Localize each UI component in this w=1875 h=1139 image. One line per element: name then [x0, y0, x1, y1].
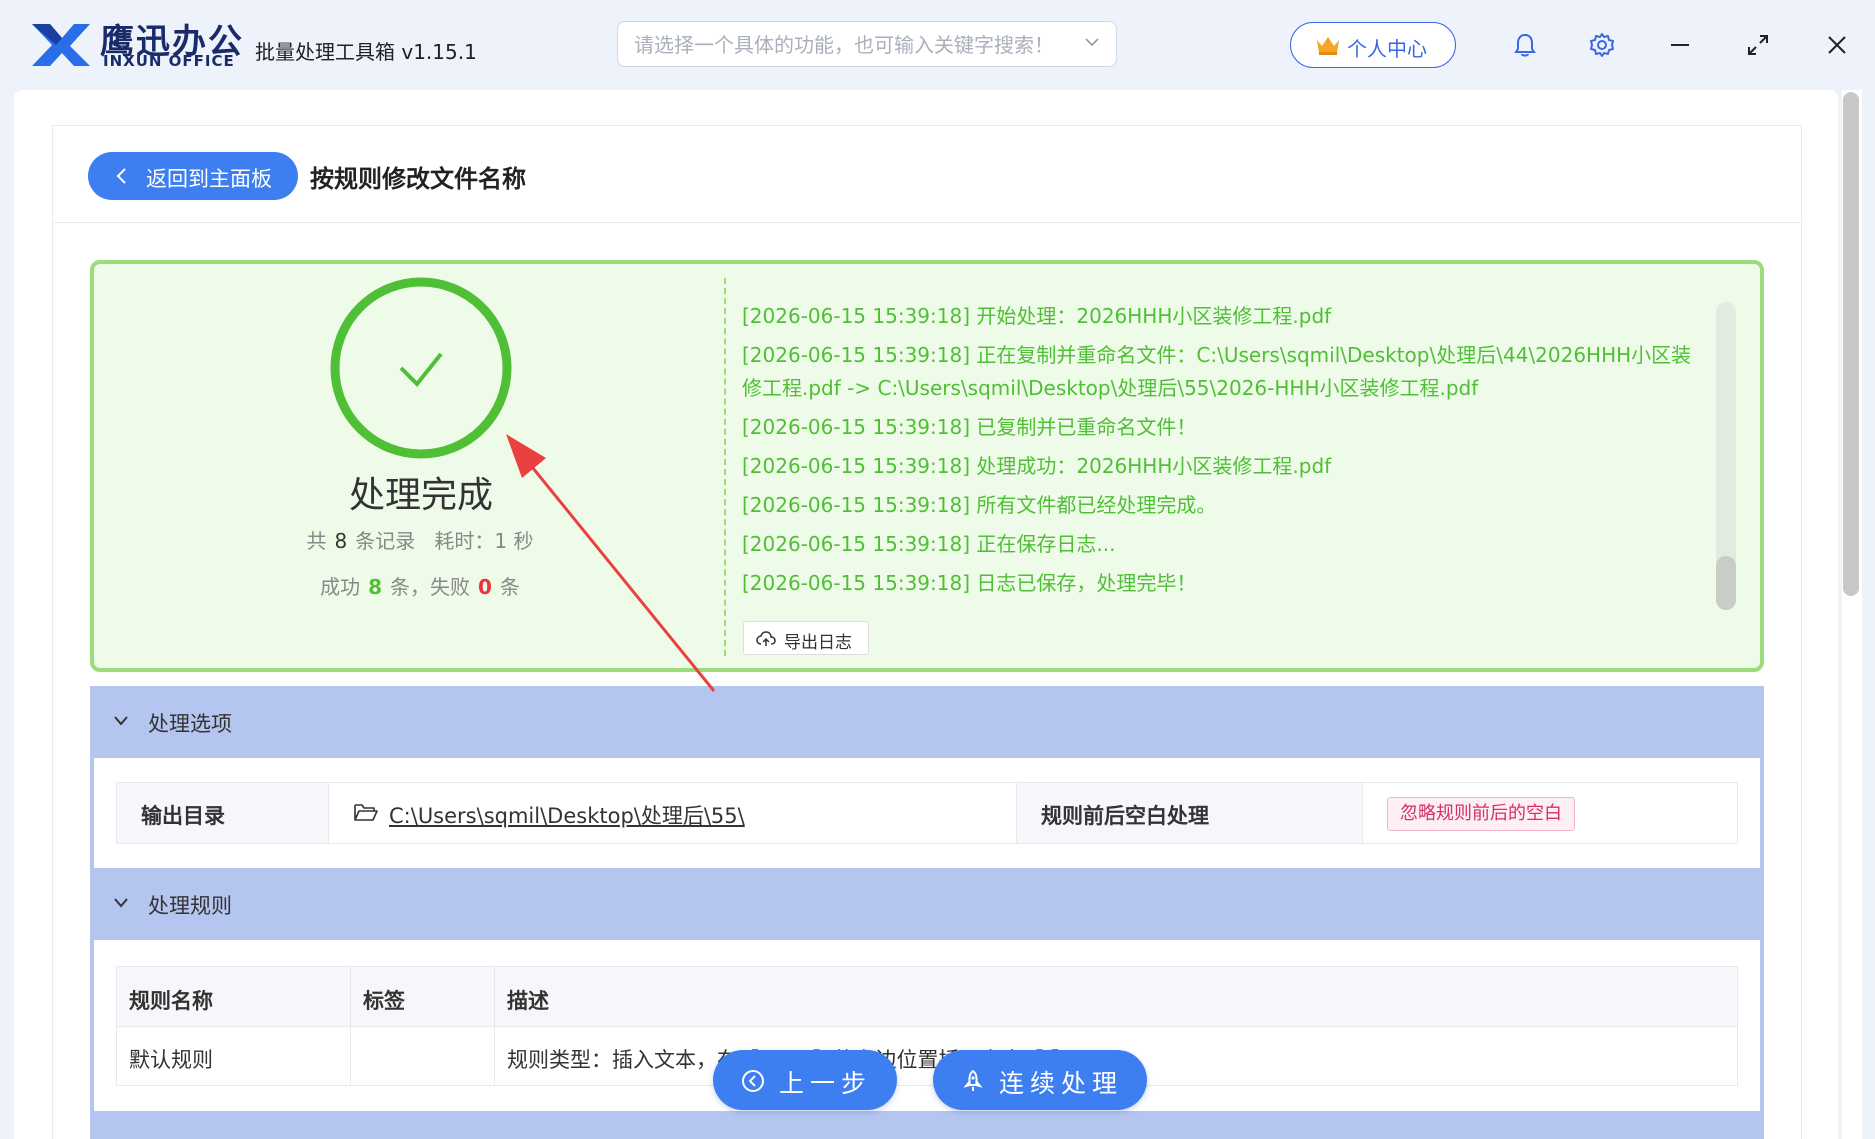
export-log-button[interactable]: 导出日志 — [743, 621, 869, 655]
column-header: 规则名称 — [117, 967, 351, 1026]
log-scrollbar-thumb[interactable] — [1716, 556, 1736, 610]
success-suffix: 条，失败 — [390, 575, 470, 599]
chevron-down-icon — [114, 716, 128, 726]
maximize-icon[interactable] — [1743, 30, 1773, 60]
total-count: 8 — [334, 529, 348, 553]
total-suffix: 条记录 — [355, 529, 416, 553]
log-line: [2026-06-15 15:39:18] 正在保存日志... — [742, 532, 1116, 556]
result-divider — [724, 278, 726, 656]
log-line: [2026-06-15 15:39:18] 正在复制并重命名文件：C:\User… — [742, 343, 1692, 400]
record-stats: 共 8 条记录 耗时：1 秒 — [230, 525, 610, 554]
function-search[interactable] — [617, 21, 1117, 67]
whitespace-tag: 忽略规则前后的空白 — [1387, 797, 1575, 831]
column-header: 标签 — [351, 967, 495, 1026]
whitespace-value-cell: 忽略规则前后的空白 — [1363, 783, 1737, 843]
crown-icon — [1317, 37, 1339, 55]
brand-name-en: INXUN OFFICE — [103, 52, 235, 70]
column-header-label: 标签 — [363, 989, 405, 1013]
back-button-label: 返回到主面板 — [146, 167, 272, 191]
whitespace-label: 规则前后空白处理 — [1041, 804, 1209, 828]
status-title: 处理完成 — [348, 475, 493, 516]
table-cell: 默认规则 — [117, 1026, 351, 1085]
back-to-dashboard-button[interactable]: 返回到主面板 — [88, 152, 298, 200]
rules-table: 规则名称 标签 描述 默认规则 规则类型：插入文本，在【2026】的右边位置插入… — [116, 966, 1738, 1086]
user-center-label: 个人中心 — [1347, 37, 1427, 61]
output-dir-label: 输出目录 — [141, 804, 225, 828]
output-dir-label-cell: 输出目录 — [117, 783, 329, 843]
table-row[interactable]: 默认规则 规则类型：插入文本，在【2026】的右边位置插入文本【-】 — [117, 1026, 1737, 1085]
cloud-upload-icon — [756, 631, 776, 646]
rules-table-header: 规则名称 标签 描述 — [117, 967, 1737, 1027]
rule-name: 默认规则 — [129, 1048, 213, 1072]
logo-icon — [32, 24, 90, 66]
total-prefix: 共 — [306, 529, 327, 553]
log-line: [2026-06-15 15:39:18] 日志已保存，处理完毕！ — [742, 571, 1197, 595]
bell-icon[interactable] — [1510, 30, 1540, 60]
app-window: 鹰迅办公 INXUN OFFICE 批量处理工具箱 v1.15.1 个人中心 — [0, 0, 1875, 1139]
success-fail-stats: 成功 8 条，失败 0 条 — [230, 571, 610, 600]
rules-section-header[interactable]: 处理规则 — [90, 868, 1764, 940]
title-bar: 鹰迅办公 INXUN OFFICE 批量处理工具箱 v1.15.1 个人中心 — [0, 0, 1875, 90]
page-title: 按规则修改文件名称 — [310, 165, 526, 193]
user-center-button[interactable]: 个人中心 — [1290, 22, 1456, 68]
folder-open-icon — [354, 804, 378, 821]
log-line: [2026-06-15 15:39:18] 开始处理：2026HHH小区装修工程… — [742, 304, 1332, 328]
app-title: 批量处理工具箱 v1.15.1 — [255, 40, 477, 64]
prev-step-button[interactable]: 上一步 — [713, 1050, 897, 1110]
minimize-icon[interactable] — [1665, 30, 1695, 60]
log-line: [2026-06-15 15:39:18] 处理成功：2026HHH小区装修工程… — [742, 454, 1332, 478]
chevron-down-icon — [114, 898, 128, 908]
chevron-down-icon[interactable] — [1084, 34, 1100, 50]
success-count: 8 — [368, 575, 382, 599]
rules-section-title: 处理规则 — [148, 894, 232, 918]
rocket-icon — [963, 1069, 983, 1091]
log-output[interactable]: [2026-06-15 15:39:18] 开始处理：2026HHH小区装修工程… — [742, 300, 1710, 610]
column-header-label: 描述 — [507, 989, 549, 1013]
whitespace-label-cell: 规则前后空白处理 — [1017, 783, 1363, 843]
close-icon[interactable] — [1822, 30, 1852, 60]
gear-icon[interactable] — [1587, 30, 1617, 60]
options-section-header[interactable]: 处理选项 — [90, 686, 1764, 758]
export-log-label: 导出日志 — [784, 633, 852, 653]
fail-suffix: 条 — [499, 575, 520, 599]
options-table: 输出目录 C:\Users\sqmil\Desktop\处理后\55\ 规则前后… — [116, 782, 1738, 844]
log-line: [2026-06-15 15:39:18] 所有文件都已经处理完成。 — [742, 493, 1217, 517]
chevron-left-circle-icon — [742, 1070, 764, 1092]
column-header: 描述 — [495, 967, 1737, 1026]
prev-step-label: 上一步 — [779, 1069, 873, 1098]
page-scrollbar-thumb[interactable] — [1843, 92, 1859, 596]
output-dir-link[interactable]: C:\Users\sqmil\Desktop\处理后\55\ — [389, 800, 745, 830]
continue-processing-button[interactable]: 连续处理 — [933, 1050, 1147, 1110]
success-prefix: 成功 — [320, 575, 361, 599]
options-section-title: 处理选项 — [148, 712, 232, 736]
next-section-header — [90, 1111, 1764, 1139]
table-cell — [351, 1026, 495, 1085]
elapsed-time: 耗时：1 秒 — [434, 529, 534, 553]
log-line: [2026-06-15 15:39:18] 已复制并已重命名文件！ — [742, 415, 1197, 439]
continue-label: 连续处理 — [999, 1069, 1124, 1098]
output-dir-value-cell: C:\Users\sqmil\Desktop\处理后\55\ — [329, 783, 1017, 843]
fail-count: 0 — [478, 575, 492, 599]
chevron-left-icon — [116, 168, 126, 184]
column-header-label: 规则名称 — [129, 989, 213, 1013]
search-input[interactable] — [632, 30, 1056, 60]
success-check-icon — [330, 277, 512, 459]
